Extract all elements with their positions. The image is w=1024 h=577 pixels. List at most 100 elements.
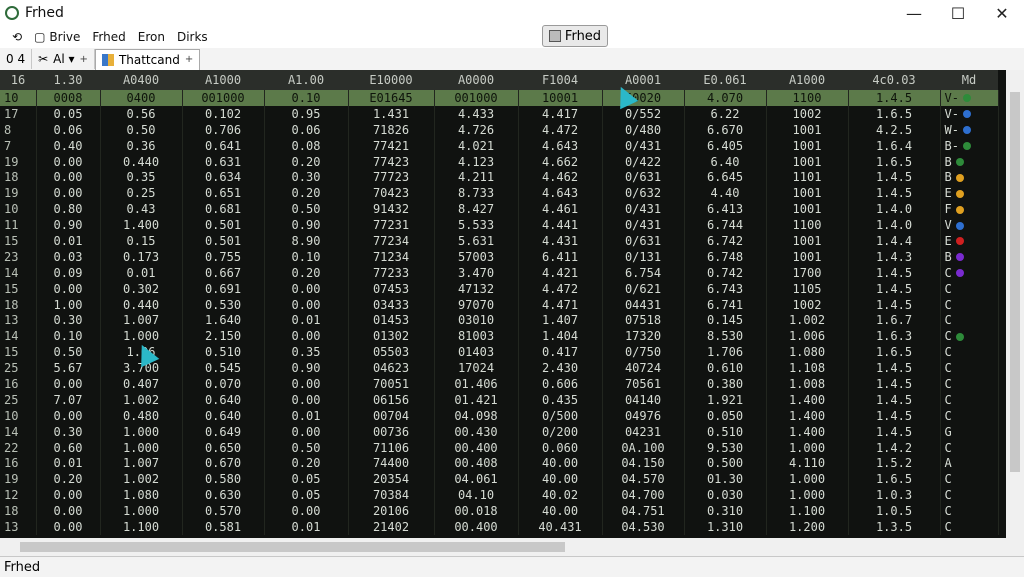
table-cell[interactable]: 1.4.5 <box>848 407 941 424</box>
table-cell[interactable]: C <box>940 471 999 488</box>
table-cell[interactable]: 77231 <box>348 217 435 234</box>
table-cell[interactable]: 7.07 <box>36 391 101 408</box>
table-cell[interactable]: 01.406 <box>434 376 519 392</box>
table-cell[interactable]: 1.6.5 <box>848 105 941 122</box>
tab-thattcand[interactable]: Thattcand + <box>94 48 201 70</box>
table-cell[interactable]: 77234 <box>348 233 435 249</box>
column-header[interactable]: F1004 <box>518 70 602 90</box>
table-cell[interactable]: 1.431 <box>348 105 435 122</box>
table-cell[interactable]: 6.22 <box>684 105 767 122</box>
data-grid[interactable]: 16 1.30 A0400 A1000 A1.00 E10000 A0000 F1004 A00… <box>0 70 1006 538</box>
table-cell[interactable]: 1.921 <box>684 391 767 408</box>
table-cell[interactable]: 0.90 <box>264 360 349 377</box>
vertical-scrollbar[interactable] <box>1006 70 1024 538</box>
table-cell[interactable]: 18 <box>0 503 37 520</box>
table-cell[interactable]: 0.302 <box>100 280 183 297</box>
table-cell[interactable]: 0.440 <box>100 153 183 170</box>
table-cell[interactable]: 4.421 <box>518 264 603 281</box>
table-cell[interactable]: 0.36 <box>100 137 183 154</box>
table-row[interactable]: 17 0.05 0.56 0.102 0.95 1.431 4.433 4.417 0/552 6… <box>0 105 999 122</box>
table-cell[interactable]: 00736 <box>348 423 435 440</box>
table-cell[interactable]: 20354 <box>348 471 435 488</box>
table-cell[interactable]: C <box>940 487 999 504</box>
table-cell[interactable]: 0.173 <box>100 248 183 265</box>
table-cell[interactable]: 1.000 <box>766 439 849 456</box>
table-cell[interactable]: 4.461 <box>518 201 603 218</box>
table-cell[interactable]: 71826 <box>348 121 435 138</box>
table-cell[interactable]: C <box>940 264 999 281</box>
table-cell[interactable]: 71106 <box>348 439 435 456</box>
table-cell[interactable]: 5.67 <box>36 360 101 377</box>
table-cell[interactable]: 6.413 <box>684 201 767 218</box>
table-cell[interactable]: 4.472 <box>518 280 603 297</box>
table-cell[interactable]: 1.6.5 <box>848 471 941 488</box>
table-cell[interactable]: 16 <box>0 455 37 472</box>
table-cell[interactable]: 00.400 <box>434 439 519 456</box>
table-cell[interactable]: 0/632 <box>602 185 685 202</box>
table-cell[interactable]: 4.40 <box>684 185 767 202</box>
table-cell[interactable]: 00.430 <box>434 423 519 440</box>
table-cell[interactable]: E <box>940 185 999 202</box>
table-cell[interactable]: 0.20 <box>264 185 349 202</box>
table-cell[interactable]: 12 <box>0 487 37 504</box>
table-cell[interactable]: 001000 <box>182 90 265 106</box>
table-cell[interactable]: 0.580 <box>182 471 265 488</box>
table-cell[interactable]: 4.662 <box>518 153 603 170</box>
table-cell[interactable]: 1001 <box>766 153 849 170</box>
table-cell[interactable]: 1100 <box>766 217 849 234</box>
table-cell[interactable]: 04140 <box>602 391 685 408</box>
table-cell[interactable]: 1.4.5 <box>848 264 941 281</box>
table-row[interactable]: 12 0.00 1.080 0.630 0.05 70384 04.10 40.02 04.70… <box>0 487 999 504</box>
table-cell[interactable]: 1001 <box>766 137 849 154</box>
table-cell[interactable]: 0/621 <box>602 280 685 297</box>
table-cell[interactable]: 6.411 <box>518 248 603 265</box>
table-cell[interactable]: V <box>940 217 999 234</box>
table-cell[interactable]: 04231 <box>602 423 685 440</box>
table-cell[interactable]: 0.640 <box>182 407 265 424</box>
table-row[interactable]: 23 0.03 0.173 0.755 0.10 71234 57003 6.411 0/131… <box>0 248 999 265</box>
table-cell[interactable]: 03010 <box>434 312 519 329</box>
table-cell[interactable]: E <box>940 233 999 249</box>
table-cell[interactable]: 0.50 <box>264 201 349 218</box>
table-cell[interactable]: 0/431 <box>602 217 685 234</box>
table-cell[interactable]: C <box>940 407 999 424</box>
table-cell[interactable]: 0.510 <box>182 344 265 361</box>
table-cell[interactable]: 6.670 <box>684 121 767 138</box>
table-cell[interactable]: 4.2.5 <box>848 121 941 138</box>
column-header[interactable]: A1.00 <box>264 70 348 90</box>
table-cell[interactable]: 40.00 <box>518 455 603 472</box>
table-cell[interactable]: 0.60 <box>36 439 101 456</box>
table-cell[interactable]: 0.00 <box>36 503 101 520</box>
table-row[interactable]: 15 0.01 0.15 0.501 8.90 77234 5.631 4.431 0/631 6… <box>0 233 999 249</box>
table-row[interactable]: 10 0.00 0.480 0.640 0.01 00704 04.098 0/500 0497… <box>0 407 999 424</box>
table-cell[interactable]: 0/480 <box>602 121 685 138</box>
table-cell[interactable]: 0.00 <box>264 391 349 408</box>
table-cell[interactable]: 0.606 <box>518 376 603 392</box>
table-cell[interactable]: 0.530 <box>182 296 265 313</box>
table-cell[interactable]: 1.0.3 <box>848 487 941 504</box>
menu-item-brive[interactable]: ▢ Brive <box>34 30 80 44</box>
table-cell[interactable]: 01453 <box>348 312 435 329</box>
table-cell[interactable]: 0.545 <box>182 360 265 377</box>
table-cell[interactable]: 77421 <box>348 137 435 154</box>
close-button[interactable]: ✕ <box>980 0 1024 26</box>
table-cell[interactable]: 40.00 <box>518 503 603 520</box>
table-cell[interactable]: 1.000 <box>100 423 183 440</box>
table-cell[interactable]: 0.634 <box>182 169 265 186</box>
column-header[interactable]: A0400 <box>100 70 182 90</box>
table-cell[interactable]: 0.01 <box>100 264 183 281</box>
table-cell[interactable]: 0.56 <box>100 105 183 122</box>
table-row[interactable]: 8 0.06 0.50 0.706 0.06 71826 4.726 4.472 0/480 6.… <box>0 121 999 138</box>
table-cell[interactable]: 1.6.3 <box>848 328 941 345</box>
table-cell[interactable]: 6.741 <box>684 296 767 313</box>
table-cell[interactable]: C <box>940 391 999 408</box>
table-cell[interactable]: B- <box>940 137 999 154</box>
table-cell[interactable]: 0.05 <box>36 105 101 122</box>
table-cell[interactable]: 17 <box>0 105 37 122</box>
table-cell[interactable]: 01.421 <box>434 391 519 408</box>
table-cell[interactable]: 1.080 <box>100 487 183 504</box>
table-cell[interactable]: 0.380 <box>684 376 767 392</box>
column-header[interactable]: E10000 <box>348 70 434 90</box>
table-cell[interactable]: 01403 <box>434 344 519 361</box>
table-cell[interactable]: 1.640 <box>182 312 265 329</box>
